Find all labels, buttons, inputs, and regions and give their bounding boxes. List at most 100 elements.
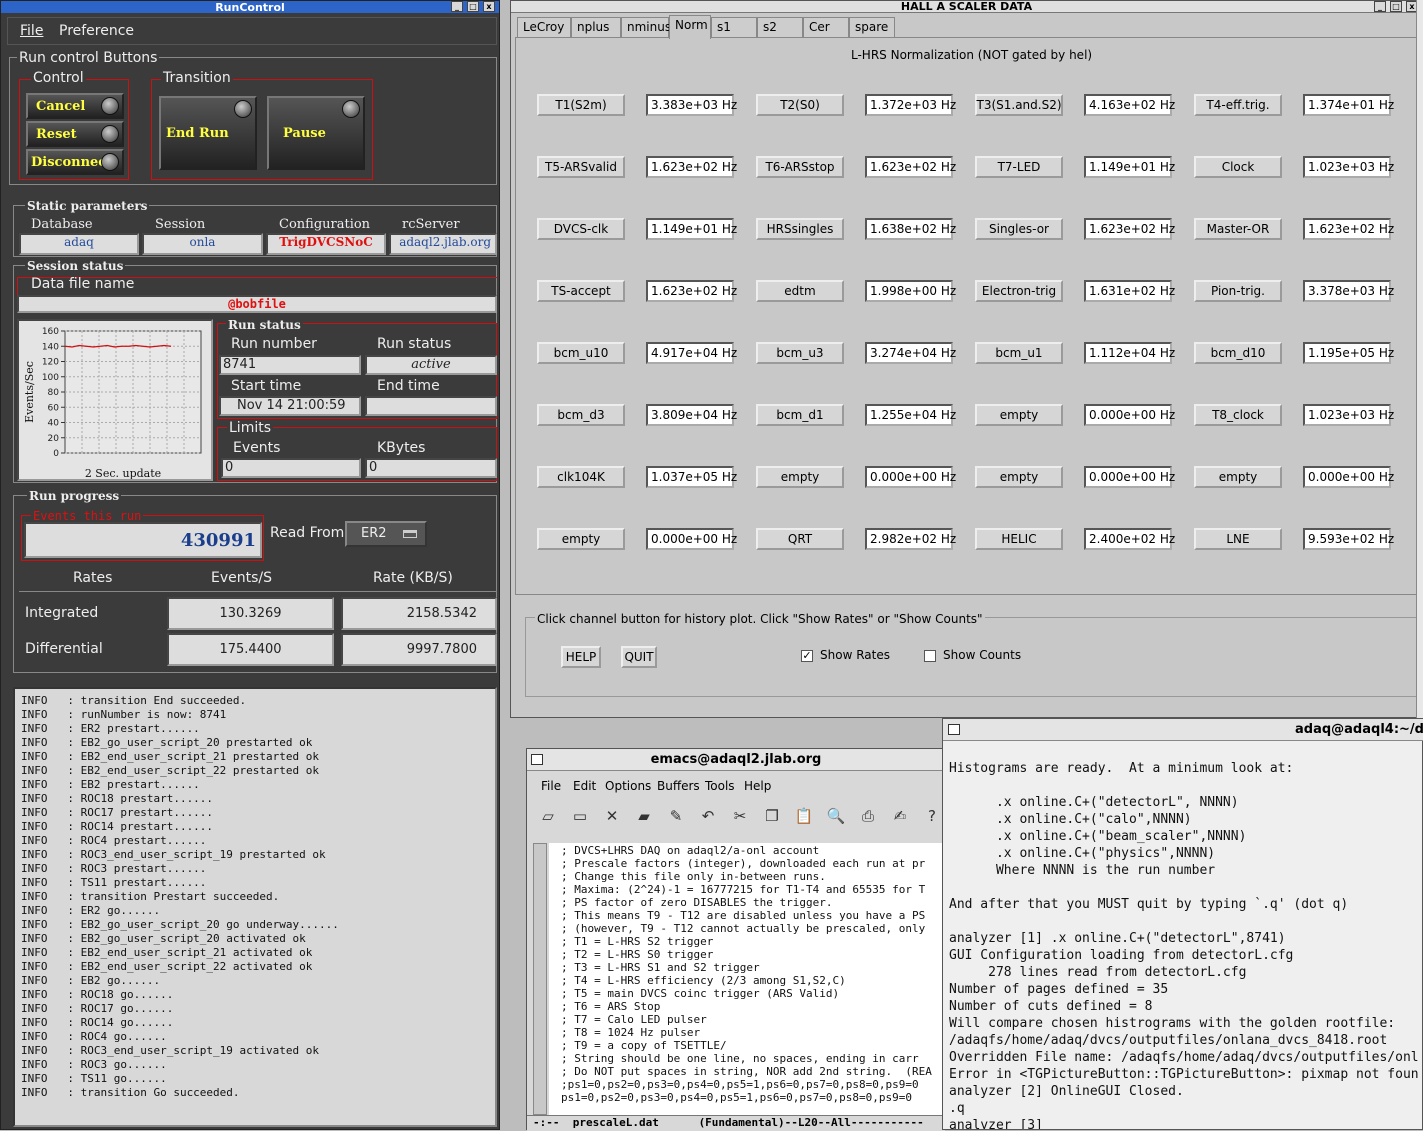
help-button[interactable]: HELP — [561, 646, 601, 668]
channel-button[interactable]: T3(S1.and.S2) — [975, 94, 1063, 116]
channel-button[interactable]: Electron-trig — [975, 280, 1063, 302]
emacs-menu-buffers[interactable]: Buffers — [657, 779, 700, 793]
channel-button[interactable]: T1(S2m) — [537, 94, 625, 116]
channel-button[interactable]: TS-accept — [537, 280, 625, 302]
undo-icon[interactable]: ↶ — [697, 805, 719, 827]
save-as-icon[interactable]: ✎ — [665, 805, 687, 827]
tab-spare[interactable]: spare — [849, 17, 895, 37]
integrated-events-field: 130.3269 — [167, 597, 334, 630]
tab-lecroy[interactable]: LeCroy — [517, 17, 571, 37]
channel-button[interactable]: HELIC — [975, 528, 1063, 550]
menu-preference[interactable]: Preference — [59, 23, 134, 39]
new-file-icon[interactable]: ▱ — [537, 805, 559, 827]
kbytes-limit-label: KBytes — [377, 440, 426, 456]
channel-button[interactable]: Master-OR — [1194, 218, 1282, 240]
channel-button[interactable]: bcm_u3 — [756, 342, 844, 364]
emacs-menu-file[interactable]: File — [541, 779, 561, 793]
channel-button[interactable]: bcm_u1 — [975, 342, 1063, 364]
quit-button[interactable]: QUIT — [621, 646, 657, 668]
emacs-titlebar: emacs@adaql2.jlab.org — [527, 749, 945, 771]
y-tick-label: 160 — [42, 327, 59, 337]
pause-button[interactable]: Pause — [267, 96, 365, 170]
tab-cer[interactable]: Cer — [803, 17, 849, 37]
background-window-edge — [1416, 0, 1423, 718]
emacs-scrollbar[interactable] — [533, 843, 547, 1115]
events-limit-field[interactable]: 0 — [221, 458, 361, 478]
read-from-dropdown[interactable]: ER2 — [345, 521, 427, 547]
tab-nminus[interactable]: nminus — [621, 17, 671, 37]
channel-button[interactable]: QRT — [756, 528, 844, 550]
channel-button[interactable]: empty — [975, 404, 1063, 426]
channel-button[interactable]: T4-eff.trig. — [1194, 94, 1282, 116]
channel-button[interactable]: bcm_d10 — [1194, 342, 1282, 364]
save-icon[interactable]: ▰ — [633, 805, 655, 827]
channel-button[interactable]: empty — [975, 466, 1063, 488]
channel-button[interactable]: bcm_d3 — [537, 404, 625, 426]
channel-button[interactable]: T6-ARSstop — [756, 156, 844, 178]
channel-button[interactable]: edtm — [756, 280, 844, 302]
emacs-menu-edit[interactable]: Edit — [573, 779, 596, 793]
channel-button[interactable]: T8_clock — [1194, 404, 1282, 426]
channel-button[interactable]: T7-LED — [975, 156, 1063, 178]
minimize-icon[interactable]: _ — [451, 1, 463, 12]
terminal-line: Error in <TGPictureButton::TGPictureButt… — [949, 1067, 1419, 1082]
emacs-menu-options[interactable]: Options — [605, 779, 651, 793]
open-folder-icon[interactable]: ▭ — [569, 805, 591, 827]
channel-button[interactable]: DVCS-clk — [537, 218, 625, 240]
show-counts-checkbox[interactable] — [924, 650, 936, 662]
print-icon[interactable]: ⎙ — [857, 805, 879, 827]
channel-button[interactable]: empty — [537, 528, 625, 550]
help-icon[interactable]: ? — [921, 805, 943, 827]
menu-file[interactable]: File — [20, 23, 43, 39]
window-menu-icon[interactable] — [531, 754, 543, 765]
channel-button[interactable]: empty — [1194, 466, 1282, 488]
close-buffer-icon[interactable]: ✕ — [601, 805, 623, 827]
cut-icon[interactable]: ✂ — [729, 805, 751, 827]
tab-norm[interactable]: Norm — [669, 15, 711, 39]
log-line: INFO : EB2_go_user_script_20 activated o… — [21, 932, 306, 945]
differential-rate-field: 9997.7800 — [341, 633, 497, 666]
show-rates-checkbox[interactable]: ✓ — [801, 650, 813, 662]
channel-button[interactable]: LNE — [1194, 528, 1282, 550]
channel-button[interactable]: clk104K — [537, 466, 625, 488]
disconnect-button[interactable]: Disconnect — [26, 149, 124, 175]
copy-icon[interactable]: ❐ — [761, 805, 783, 827]
preferences-icon[interactable]: ✍ — [889, 805, 911, 827]
tab-s1[interactable]: s1 — [711, 17, 757, 37]
maximize-icon[interactable]: □ — [467, 1, 479, 12]
channel-button[interactable]: Clock — [1194, 156, 1282, 178]
events-this-run-value: 430991 — [180, 530, 256, 551]
tab-nplus[interactable]: nplus — [571, 17, 621, 37]
search-icon[interactable]: 🔍 — [825, 805, 847, 827]
rcserver-value: adaql2.jlab.org — [399, 235, 491, 249]
channel-button[interactable]: Pion-trig. — [1194, 280, 1282, 302]
maximize-icon[interactable]: □ — [1390, 1, 1402, 12]
start-time-label: Start time — [231, 378, 302, 394]
y-tick-label: 120 — [42, 358, 59, 368]
channel-button[interactable]: bcm_d1 — [756, 404, 844, 426]
channel-button[interactable]: Singles-or — [975, 218, 1063, 240]
rates-header: Rates — [73, 570, 113, 586]
channel-button[interactable]: empty — [756, 466, 844, 488]
emacs-menu-help[interactable]: Help — [744, 779, 771, 793]
log-line: INFO : ROC3 prestart...... — [21, 862, 207, 875]
close-icon[interactable]: x — [483, 1, 495, 12]
reset-button[interactable]: Reset — [26, 121, 124, 147]
minimize-icon[interactable]: _ — [1374, 1, 1386, 12]
emacs-menu-tools[interactable]: Tools — [705, 779, 735, 793]
log-line: INFO : ROC3_end_user_script_19 activated… — [21, 1044, 320, 1057]
emacs-buffer[interactable]: ; DVCS+LHRS DAQ on adaql2/a-onl account;… — [549, 843, 943, 1115]
cancel-button[interactable]: Cancel — [26, 93, 124, 119]
window-menu-icon[interactable] — [948, 724, 960, 735]
channel-button[interactable]: T2(S0) — [756, 94, 844, 116]
paste-icon[interactable]: 📋 — [793, 805, 815, 827]
end-run-button[interactable]: End Run — [159, 96, 257, 170]
configuration-header: Configuration — [279, 217, 371, 232]
terminal-output[interactable]: Histograms are ready. At a minimum look … — [947, 744, 1423, 1129]
channel-button[interactable]: T5-ARSvalid — [537, 156, 625, 178]
channel-button[interactable]: bcm_u10 — [537, 342, 625, 364]
tab-s2[interactable]: s2 — [757, 17, 803, 37]
channel-button[interactable]: HRSsingles — [756, 218, 844, 240]
kbytes-limit-field[interactable]: 0 — [365, 458, 497, 478]
emacs-line: ; Prescale factors (integer), downloaded… — [561, 857, 926, 870]
